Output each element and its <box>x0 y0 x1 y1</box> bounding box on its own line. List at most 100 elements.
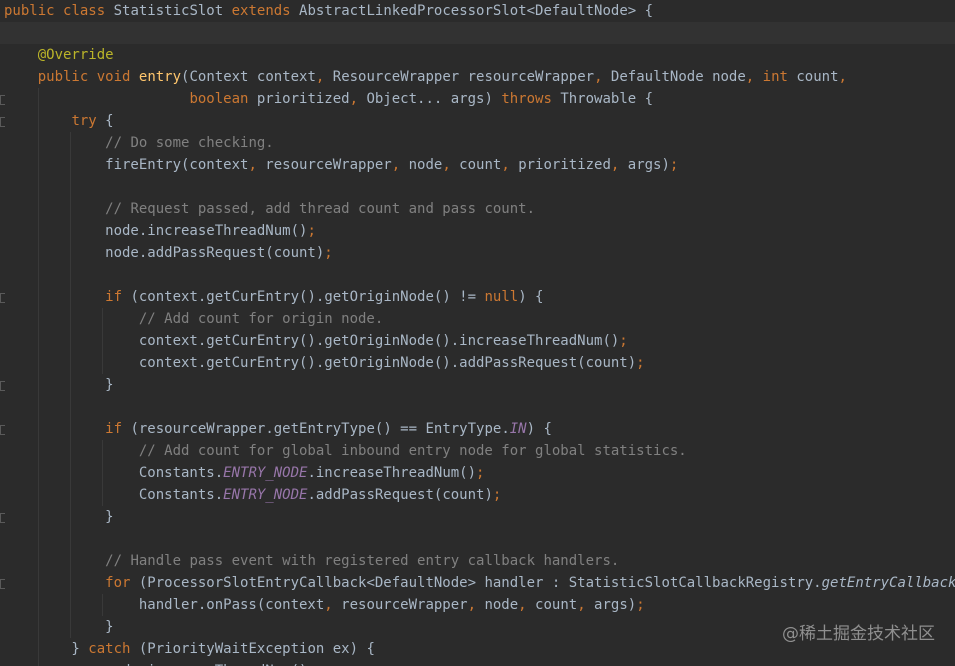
code-line[interactable]: context.getCurEntry().getOriginNode().ad… <box>0 352 955 374</box>
fold-marker-icon[interactable] <box>0 425 5 435</box>
code-text: // Do some checking. <box>4 132 274 154</box>
code-line[interactable]: context.getCurEntry().getOriginNode().in… <box>0 330 955 352</box>
fold-marker-icon[interactable] <box>0 579 5 589</box>
code-token: catch <box>88 641 139 657</box>
code-line[interactable]: if (resourceWrapper.getEntryType() == En… <box>0 418 955 440</box>
code-token: node <box>408 157 443 173</box>
code-token: @Override <box>37 47 114 63</box>
code-token: for <box>105 575 139 591</box>
code-token: // Request passed, add thread count and … <box>105 201 536 217</box>
code-token: (Context context <box>181 69 316 85</box>
code-token: node.increaseThreadNum() <box>4 223 308 239</box>
code-line[interactable]: for (ProcessorSlotEntryCallback<DefaultN… <box>0 572 955 594</box>
code-line[interactable]: fireEntry(context, resourceWrapper, node… <box>0 154 955 176</box>
code-token: Constants. <box>4 487 224 503</box>
code-text: } <box>4 506 113 528</box>
code-token: ENTRY_NODE <box>223 465 308 481</box>
code-text: try { <box>4 110 113 132</box>
code-line[interactable] <box>0 528 955 550</box>
code-line[interactable]: public class StatisticSlot extends Abstr… <box>0 0 955 22</box>
code-token: ENTRY_NODE <box>223 487 308 503</box>
code-line[interactable]: Constants.ENTRY_NODE.addPassRequest(coun… <box>0 484 955 506</box>
code-text: } catch (PriorityWaitException ex) { <box>4 638 375 660</box>
code-line[interactable]: Constants.ENTRY_NODE.increaseThreadNum()… <box>0 462 955 484</box>
code-token: args) <box>627 157 670 173</box>
code-token: ; <box>636 355 645 371</box>
code-token: , <box>610 157 628 173</box>
code-text: public void entry(Context context, Resou… <box>4 66 847 88</box>
fold-marker-icon[interactable] <box>0 95 5 105</box>
code-token: public <box>37 69 97 85</box>
code-line[interactable]: // Request passed, add thread count and … <box>0 198 955 220</box>
code-token: fireEntry(context <box>4 157 249 173</box>
code-token: prioritized <box>256 91 350 107</box>
code-token: , <box>518 597 536 613</box>
code-line[interactable]: } <box>0 506 955 528</box>
fold-marker-icon[interactable] <box>0 513 5 523</box>
code-text: // Add count for origin node. <box>4 308 383 330</box>
code-token: StatisticSlot <box>113 3 232 19</box>
code-token: node.addPassRequest(count) <box>4 245 325 261</box>
fold-marker-icon[interactable] <box>0 381 5 391</box>
code-line[interactable]: handler.onPass(context, resourceWrapper,… <box>0 594 955 616</box>
code-text: // Request passed, add thread count and … <box>4 198 535 220</box>
code-text: Constants.ENTRY_NODE.addPassRequest(coun… <box>4 484 501 506</box>
code-token: if <box>105 289 131 305</box>
code-text: Constants.ENTRY_NODE.increaseThreadNum()… <box>4 462 485 484</box>
code-token: , <box>315 69 333 85</box>
code-token: (PriorityWaitException ex) { <box>138 641 375 657</box>
code-token: try <box>71 113 106 129</box>
code-text: } <box>4 616 113 638</box>
code-token: throws <box>501 91 561 107</box>
code-token: count <box>535 597 578 613</box>
code-token: ) { <box>518 289 544 305</box>
code-line[interactable]: node.addPassRequest(count); <box>0 242 955 264</box>
code-line[interactable]: public void entry(Context context, Resou… <box>0 66 955 88</box>
code-token: context.getCurEntry().getOriginNode().in… <box>4 333 620 349</box>
fold-marker-icon[interactable] <box>0 293 5 303</box>
code-token: entry <box>138 69 182 85</box>
code-token: ; <box>492 487 502 503</box>
code-token: public <box>4 3 64 19</box>
code-line[interactable]: // Do some checking. <box>0 132 955 154</box>
code-token: ; <box>307 223 316 239</box>
code-line[interactable]: } <box>0 374 955 396</box>
code-line[interactable] <box>0 22 955 44</box>
code-line[interactable]: // Add count for global inbound entry no… <box>0 440 955 462</box>
code-text: if (resourceWrapper.getEntryType() == En… <box>4 418 552 440</box>
code-line[interactable] <box>0 264 955 286</box>
code-text: // Handle pass event with registered ent… <box>4 550 619 572</box>
code-token: } <box>4 641 89 657</box>
code-line[interactable]: node.increaseThreadNum(); <box>0 660 955 666</box>
code-line[interactable]: // Handle pass event with registered ent… <box>0 550 955 572</box>
code-line[interactable] <box>0 396 955 418</box>
code-editor[interactable]: public class StatisticSlot extends Abstr… <box>0 0 955 666</box>
code-text: boolean prioritized, Object... args) thr… <box>4 88 653 110</box>
code-text: node.addPassRequest(count); <box>4 242 333 264</box>
code-token: ; <box>476 465 485 481</box>
code-token: , <box>391 157 409 173</box>
code-line[interactable]: if (context.getCurEntry().getOriginNode(… <box>0 286 955 308</box>
code-line[interactable]: @Override <box>0 44 955 66</box>
code-token: } <box>4 377 114 393</box>
fold-marker-icon[interactable] <box>0 117 5 127</box>
code-token: void <box>96 69 139 85</box>
code-line[interactable]: boolean prioritized, Object... args) thr… <box>0 88 955 110</box>
code-line[interactable] <box>0 176 955 198</box>
code-token: context.getCurEntry().getOriginNode().ad… <box>4 355 637 371</box>
watermark: @稀土掘金技术社区 <box>782 624 935 644</box>
code-text: context.getCurEntry().getOriginNode().ad… <box>4 352 645 374</box>
code-token: , <box>467 597 485 613</box>
code-line[interactable]: try { <box>0 110 955 132</box>
code-line[interactable]: node.increaseThreadNum(); <box>0 220 955 242</box>
code-line[interactable]: // Add count for origin node. <box>0 308 955 330</box>
